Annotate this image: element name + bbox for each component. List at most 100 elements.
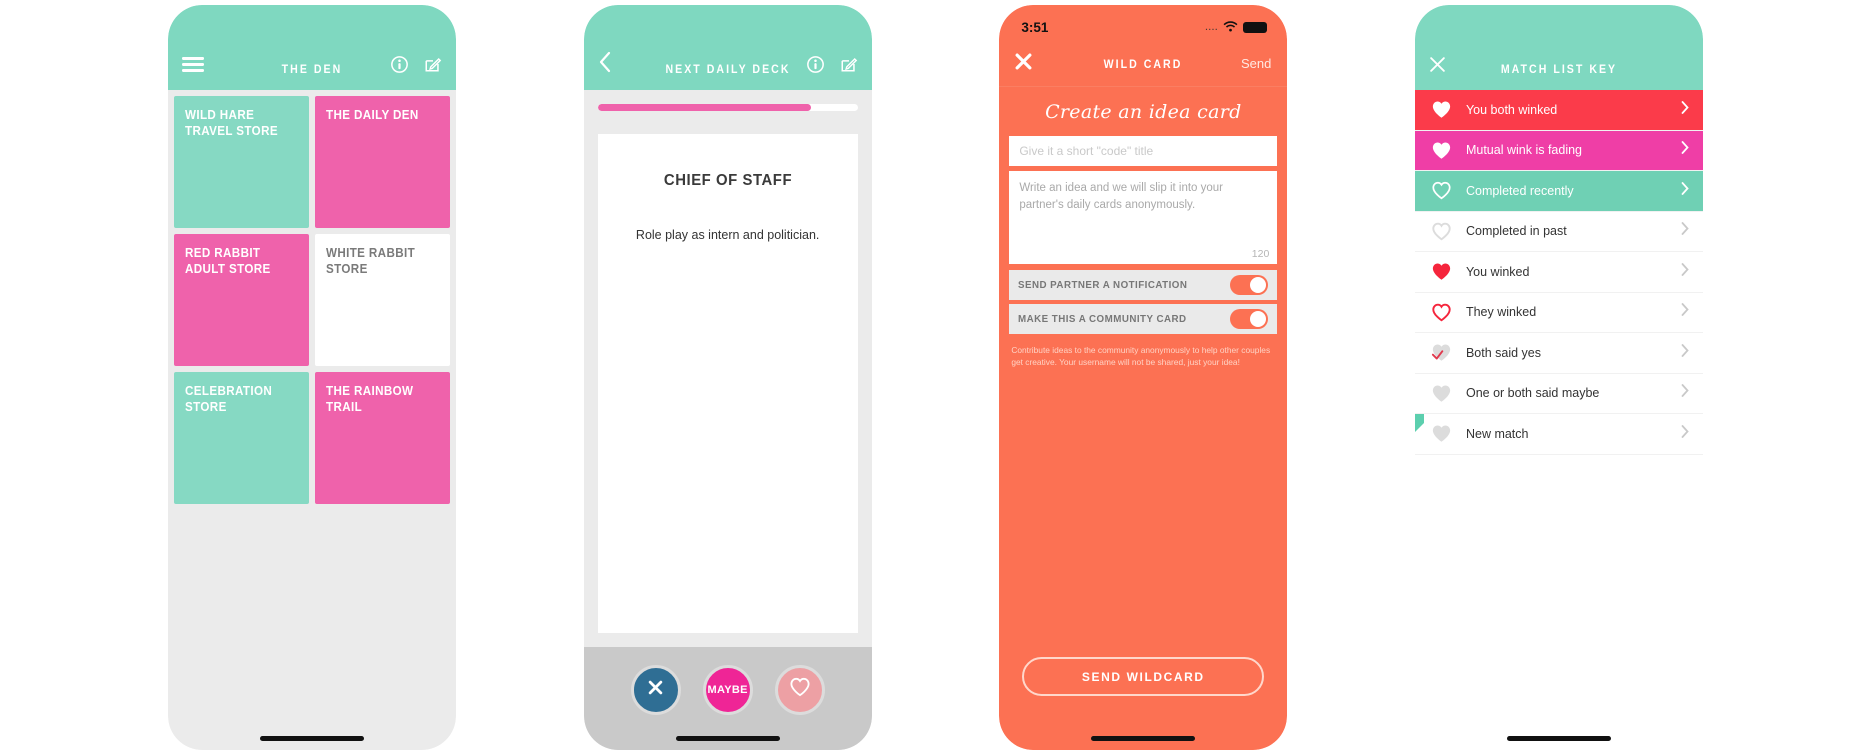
wildcard-navbar: WILD CARD Send (999, 41, 1288, 87)
deck-card[interactable]: CHIEF OF STAFF Role play as intern and p… (597, 134, 858, 633)
match-key-row-you-both-winked[interactable]: You both winked (1414, 90, 1703, 131)
deck-navbar: NEXT DAILY DECK (583, 5, 872, 90)
home-indicator (1091, 736, 1196, 741)
match-key-row-mutual-wink-fading[interactable]: Mutual wink is fading (1414, 130, 1703, 171)
match-key-list: You both winked Mutual wink is fading Co… (1414, 90, 1703, 750)
new-match-corner-flag-icon (1414, 414, 1424, 432)
phone-the-den: THE DEN WILD HARE TRAVEL STORE THE DAILY… (168, 5, 456, 750)
heart-outline-icon (1431, 181, 1457, 200)
heart-outline-icon (789, 677, 811, 702)
den-tile-celebration[interactable]: CELEBRATION STORE (174, 372, 309, 504)
chevron-left-icon[interactable] (598, 51, 611, 78)
wildcard-send-link[interactable]: Send (1241, 56, 1271, 71)
phone-match-list-key: MATCH LIST KEY You both winked Mutual wi… (1414, 5, 1703, 750)
screen-next-daily-deck: NEXT DAILY DECK CHIEF OF STAFF Role play… (583, 5, 872, 750)
heart-filled-icon (1431, 384, 1457, 403)
match-key-label: You both winked (1465, 102, 1558, 117)
deck-nav-left (598, 51, 611, 78)
close-x-icon[interactable] (1429, 56, 1446, 78)
den-tile-label: CELEBRATION STORE (185, 384, 273, 414)
home-indicator (260, 736, 364, 741)
wifi-icon (1223, 20, 1238, 35)
wildcard-title-input[interactable]: Give it a short "code" title (1009, 136, 1278, 166)
matchkey-page-title: MATCH LIST KEY (1500, 64, 1618, 76)
match-key-label: Both said yes (1465, 345, 1542, 360)
heart-filled-icon (1431, 262, 1457, 281)
chevron-right-icon (1681, 384, 1689, 402)
chevron-right-icon (1681, 424, 1689, 443)
wildcard-idea-placeholder: Write an idea and we will slip it into y… (1019, 182, 1223, 211)
heart-outline-icon (1431, 222, 1457, 241)
den-tile-row: WILD HARE TRAVEL STORE THE DAILY DEN (174, 96, 450, 228)
info-icon[interactable] (806, 55, 824, 78)
info-icon[interactable] (391, 55, 408, 78)
wildcard-toggle-label: SEND PARTNER A NOTIFICATION (1018, 279, 1188, 291)
screen-match-list-key: MATCH LIST KEY You both winked Mutual wi… (1414, 5, 1703, 750)
deck-card-subtitle: Role play as intern and politician. (635, 228, 820, 242)
wildcard-toggle-group: SEND PARTNER A NOTIFICATION MAKE THIS A … (1009, 270, 1278, 338)
den-nav-left (182, 57, 204, 78)
wildcard-heading: Create an idea card (1045, 101, 1242, 123)
heart-check-icon (1431, 343, 1457, 362)
heart-outline-icon (1431, 303, 1457, 322)
match-key-row-you-winked[interactable]: You winked (1414, 252, 1703, 293)
chevron-right-icon (1681, 343, 1689, 362)
den-tile-label: THE RAINBOW TRAIL (326, 384, 414, 414)
den-tile-label: WILD HARE TRAVEL STORE (185, 108, 278, 138)
chevron-right-icon (1681, 141, 1689, 159)
home-indicator (675, 736, 780, 741)
den-tile-red-rabbit[interactable]: RED RABBIT ADULT STORE (174, 234, 309, 366)
match-key-row-one-or-both-maybe[interactable]: One or both said maybe (1414, 373, 1703, 414)
wildcard-toggle-label: MAKE THIS A COMMUNITY CARD (1018, 313, 1187, 325)
toggle-switch-on[interactable] (1230, 275, 1269, 295)
deck-accept-button[interactable] (774, 664, 825, 715)
hamburger-menu-icon[interactable] (182, 57, 204, 78)
wildcard-toggle-community[interactable]: MAKE THIS A COMMUNITY CARD (1009, 304, 1278, 334)
match-key-label: Completed in past (1465, 224, 1567, 239)
heart-filled-icon (1431, 424, 1457, 443)
wildcard-idea-textarea[interactable]: Write an idea and we will slip it into y… (1009, 171, 1278, 264)
deck-reject-button[interactable] (630, 664, 681, 715)
deck-card-title: CHIEF OF STAFF (663, 172, 792, 189)
match-key-label: New match (1465, 426, 1529, 441)
deck-body: CHIEF OF STAFF Role play as intern and p… (583, 90, 872, 750)
wildcard-body: Create an idea card Give it a short "cod… (999, 87, 1287, 750)
den-tile-rainbow-trail[interactable]: THE RAINBOW TRAIL (315, 372, 450, 504)
den-tile-white-rabbit[interactable]: WHITE RABBIT STORE (315, 234, 450, 366)
chevron-right-icon (1681, 181, 1689, 200)
den-tile-row: RED RABBIT ADULT STORE WHITE RABBIT STOR… (174, 234, 450, 366)
phone-next-daily-deck: NEXT DAILY DECK CHIEF OF STAFF Role play… (583, 5, 872, 750)
screen-the-den: THE DEN WILD HARE TRAVEL STORE THE DAILY… (168, 5, 456, 750)
match-key-row-both-said-yes[interactable]: Both said yes (1414, 333, 1703, 374)
match-key-row-completed-in-past[interactable]: Completed in past (1414, 211, 1703, 252)
match-key-label: Completed recently (1465, 183, 1574, 198)
deck-progress-fill (597, 104, 811, 111)
toggle-switch-on[interactable] (1230, 309, 1269, 329)
den-tile-label: WHITE RABBIT STORE (326, 246, 416, 276)
wildcard-toggle-notify[interactable]: SEND PARTNER A NOTIFICATION (1009, 270, 1278, 300)
deck-maybe-label: MAYBE (707, 683, 748, 696)
match-key-row-completed-recently[interactable]: Completed recently (1414, 171, 1703, 212)
compose-icon[interactable] (424, 55, 442, 78)
wildcard-page-title: WILD CARD (1103, 59, 1183, 71)
send-wildcard-button[interactable]: SEND WILDCARD (1022, 657, 1265, 696)
deck-maybe-button[interactable]: MAYBE (702, 664, 753, 715)
compose-icon[interactable] (840, 55, 858, 78)
home-indicator (1506, 736, 1611, 741)
den-navbar: THE DEN (168, 5, 456, 90)
wildcard-title-placeholder: Give it a short "code" title (1019, 144, 1154, 158)
chevron-right-icon (1681, 100, 1689, 119)
phone-wild-card: 3:51 .... WILD CARD Send Create an idea … (999, 5, 1288, 750)
den-tile-label: RED RABBIT ADULT STORE (185, 246, 271, 276)
match-key-label: Mutual wink is fading (1465, 143, 1582, 158)
battery-icon (1243, 21, 1268, 33)
match-key-row-they-winked[interactable]: They winked (1414, 292, 1703, 333)
wildcard-note: Contribute ideas to the community anonym… (1011, 345, 1271, 368)
signal-dots-icon: .... (1205, 22, 1219, 32)
den-tile-row: CELEBRATION STORE THE RAINBOW TRAIL (174, 372, 450, 504)
den-tile-daily-den[interactable]: THE DAILY DEN (315, 96, 450, 228)
den-tile-grid: WILD HARE TRAVEL STORE THE DAILY DEN RED… (168, 90, 456, 750)
den-tile-wild-hare[interactable]: WILD HARE TRAVEL STORE (174, 96, 309, 228)
chevron-right-icon (1681, 262, 1689, 281)
match-key-row-new-match[interactable]: New match (1414, 414, 1703, 455)
